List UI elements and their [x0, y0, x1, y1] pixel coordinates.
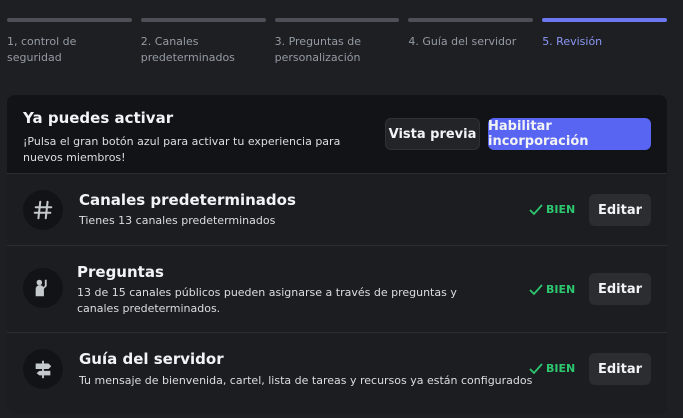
banner-subtitle: ¡Pulsa el gran botón azul para activar t… [23, 135, 341, 164]
checkmark-icon [529, 203, 543, 215]
activation-banner: Ya puedes activar ¡Pulsa el gran botón a… [7, 95, 667, 173]
status-text: BIEN [546, 203, 576, 216]
person-raising-hand-icon [23, 268, 63, 308]
checkmark-icon [529, 283, 543, 295]
step-bar [7, 18, 132, 22]
enable-onboarding-button[interactable]: Habilitar incorporación [488, 118, 651, 150]
signpost-icon [23, 349, 63, 389]
hashtag-icon [23, 190, 63, 230]
step-bar [274, 18, 400, 22]
review-panel: Ya puedes activar ¡Pulsa el gran botón a… [7, 95, 667, 415]
section-server-guide: Guía del servidor Tu mensaje de bienveni… [7, 332, 667, 412]
status-text: BIEN [546, 362, 576, 375]
progress-steps: 1, control de seguridad 2. Canales prede… [7, 18, 667, 66]
status-badge: BIEN [529, 283, 575, 296]
step-security[interactable]: 1, control de seguridad [7, 18, 132, 66]
edit-button[interactable]: Editar [589, 353, 651, 385]
section-title: Canales predeterminados [79, 191, 296, 209]
section-description: 13 de 15 canales públicos pueden asignar… [77, 286, 457, 315]
step-bar [542, 18, 667, 22]
status-text: BIEN [546, 283, 576, 296]
section-title: Guía del servidor [79, 350, 224, 368]
section-description: Tu mensaje de bienvenida, cartel, lista … [79, 374, 533, 387]
section-title: Preguntas [77, 263, 164, 281]
edit-button[interactable]: Editar [589, 194, 651, 226]
section-description: Tienes 13 canales predeterminados [79, 214, 276, 227]
step-review[interactable]: 5. Revisión [542, 18, 667, 66]
checkmark-icon [529, 362, 543, 374]
step-bar [140, 18, 266, 22]
section-questions: Preguntas 13 de 15 canales públicos pued… [7, 245, 667, 332]
step-server-guide[interactable]: 4. Guía del servidor [408, 18, 534, 66]
step-questions[interactable]: 3. Preguntas de personalización [274, 18, 400, 66]
step-label: 4. Guía del servidor [408, 35, 517, 48]
preview-button[interactable]: Vista previa [385, 118, 480, 150]
status-badge: BIEN [529, 203, 575, 216]
edit-button[interactable]: Editar [589, 273, 651, 305]
step-bar [408, 18, 534, 22]
status-badge: BIEN [529, 362, 575, 375]
step-label: 3. Preguntas de personalización [274, 35, 362, 64]
step-label: 5. Revisión [542, 35, 603, 48]
section-default-channels: Canales predeterminados Tienes 13 canale… [7, 173, 667, 245]
step-default-channels[interactable]: 2. Canales predeterminados [140, 18, 266, 66]
step-label: 1, control de seguridad [7, 35, 77, 64]
step-label: 2. Canales predeterminados [140, 35, 235, 64]
